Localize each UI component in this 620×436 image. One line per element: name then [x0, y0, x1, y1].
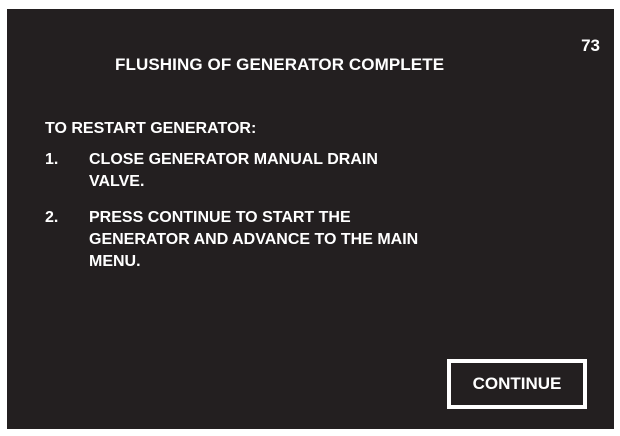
instruction-step: 1. CLOSE GENERATOR MANUAL DRAIN VALVE. — [45, 149, 379, 193]
step-number: 1. — [45, 151, 59, 168]
display-screen: 73 FLUSHING OF GENERATOR COMPLETE TO RES… — [7, 9, 614, 429]
page-title: FLUSHING OF GENERATOR COMPLETE — [115, 55, 445, 74]
step-text: CLOSE GENERATOR MANUAL DRAIN VALVE. — [89, 151, 378, 190]
instructions-heading: TO RESTART GENERATOR: — [45, 120, 257, 137]
step-number: 2. — [45, 209, 59, 226]
continue-button[interactable]: CONTINUE — [447, 359, 587, 409]
screen-number: 73 — [581, 36, 600, 55]
step-text: PRESS CONTINUE TO START THE GENERATOR AN… — [89, 209, 419, 270]
instruction-step: 2. PRESS CONTINUE TO START THE GENERATOR… — [45, 207, 429, 273]
